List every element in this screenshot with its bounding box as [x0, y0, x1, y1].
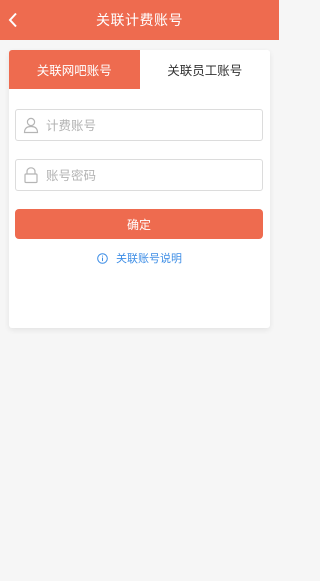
app-header: 关联计费账号: [0, 0, 279, 40]
account-type-tabs: 关联网吧账号 关联员工账号: [9, 50, 270, 89]
tab-staff-account[interactable]: 关联员工账号: [139, 50, 270, 89]
account-input[interactable]: [46, 117, 262, 133]
account-field[interactable]: [15, 109, 263, 141]
link-account-help-link[interactable]: 关联账号说明: [9, 249, 270, 267]
help-link-label: 关联账号说明: [116, 252, 182, 265]
info-icon: [97, 252, 108, 264]
user-icon: [16, 110, 46, 140]
back-button[interactable]: [0, 0, 26, 40]
password-input[interactable]: [46, 167, 262, 183]
lock-icon: [16, 160, 46, 190]
chevron-left-icon: [8, 12, 17, 28]
password-field[interactable]: [15, 159, 263, 191]
confirm-button[interactable]: 确定: [15, 209, 263, 239]
link-account-card: 关联网吧账号 关联员工账号 确定 关联账号说明: [9, 50, 270, 328]
tab-netcafe-account[interactable]: 关联网吧账号: [9, 50, 140, 89]
page-title: 关联计费账号: [96, 13, 183, 29]
